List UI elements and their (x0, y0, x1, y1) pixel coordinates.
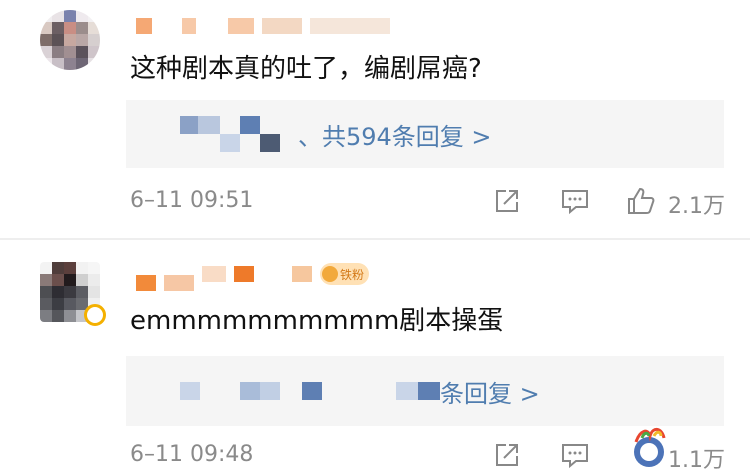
fan-badge: 铁粉 (320, 263, 370, 285)
view-replies-link[interactable]: 、共594条回复 > (298, 117, 492, 152)
comment-icon[interactable] (560, 440, 590, 470)
fan-badge-label: 铁粉 (340, 267, 365, 282)
replier-names-obscured (180, 382, 440, 400)
avatar[interactable] (40, 10, 100, 70)
vip-icon (84, 304, 106, 326)
reply-summary[interactable]: 、共594条回复 > (126, 100, 724, 168)
like-icon[interactable] (626, 186, 656, 216)
author-name-obscured[interactable]: 铁粉 (136, 262, 370, 291)
watermark-logo (634, 428, 666, 467)
comment-item: 这种剧本真的吐了，编剧屌癌? 、共594条回复 > 6–11 09:51 2.1… (0, 0, 750, 238)
comment-text: emmmmmmmmmm剧本操蛋 (130, 306, 504, 336)
comment-text: 这种剧本真的吐了，编剧屌癌? (130, 54, 482, 84)
author-name-obscured[interactable] (136, 14, 390, 38)
like-count: 1.1万 (668, 448, 725, 473)
share-icon[interactable] (492, 186, 522, 216)
share-icon[interactable] (492, 440, 522, 470)
view-replies-link[interactable]: 条回复 > (440, 374, 540, 409)
comment-footer: 6–11 09:51 2.1万 (130, 186, 730, 219)
like-count: 2.1万 (668, 194, 725, 219)
timestamp: 6–11 09:48 (130, 442, 254, 467)
timestamp: 6–11 09:51 (130, 188, 254, 213)
replier-names-obscured (180, 116, 280, 152)
reply-summary[interactable]: 条回复 > (126, 356, 724, 426)
fan-badge-icon (322, 266, 338, 282)
comment-icon[interactable] (560, 186, 590, 216)
